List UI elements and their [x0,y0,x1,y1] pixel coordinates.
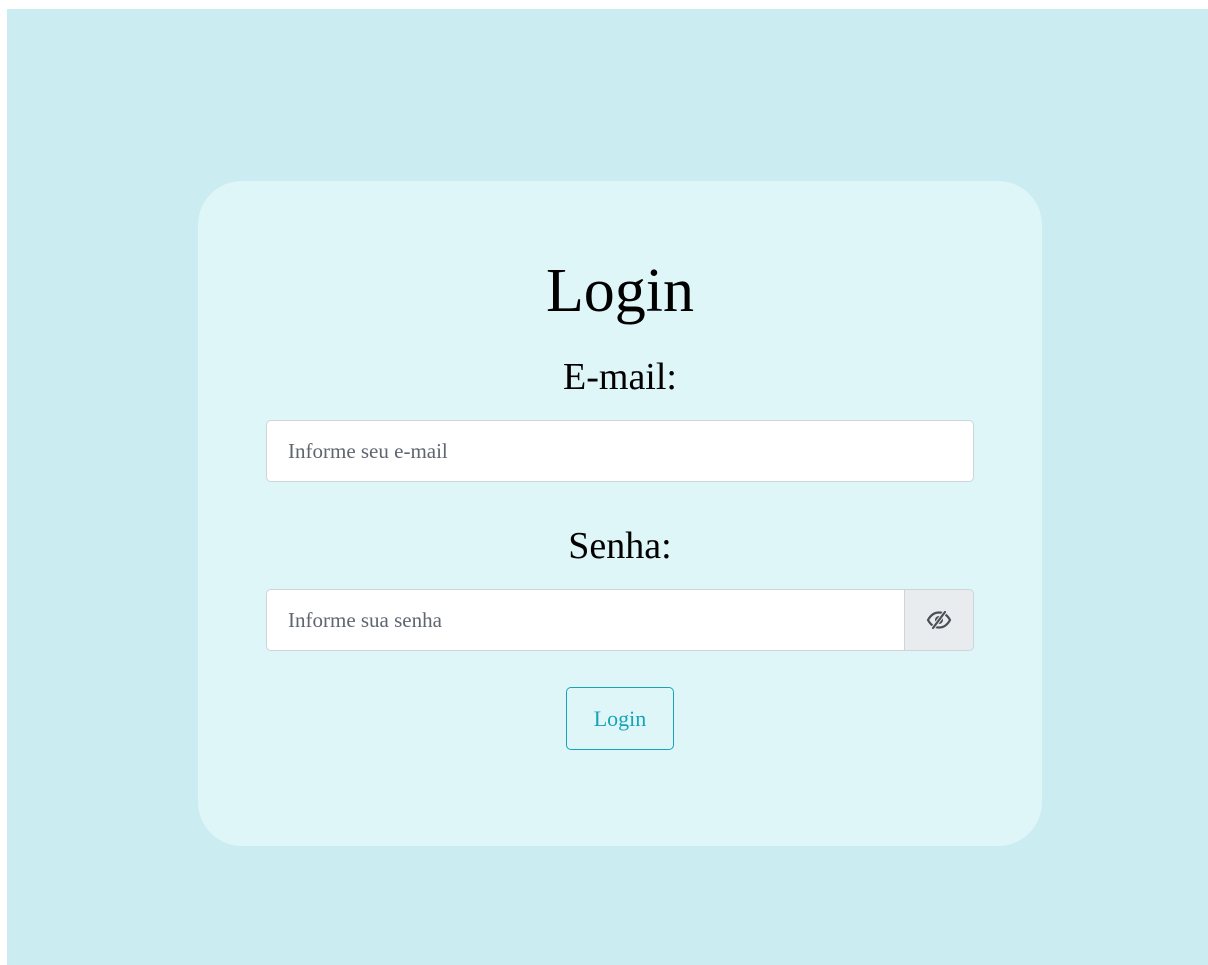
password-field[interactable] [266,589,905,651]
page-background: Login E-mail: Senha: Login [7,9,1208,965]
login-card: Login E-mail: Senha: Login [198,181,1042,846]
email-field[interactable] [266,420,974,482]
login-button[interactable]: Login [566,687,674,750]
page-title: Login [545,257,695,325]
eye-slash-icon [926,610,952,630]
email-label: E-mail: [563,356,677,398]
password-label: Senha: [568,525,672,567]
toggle-password-visibility-button[interactable] [904,589,974,651]
